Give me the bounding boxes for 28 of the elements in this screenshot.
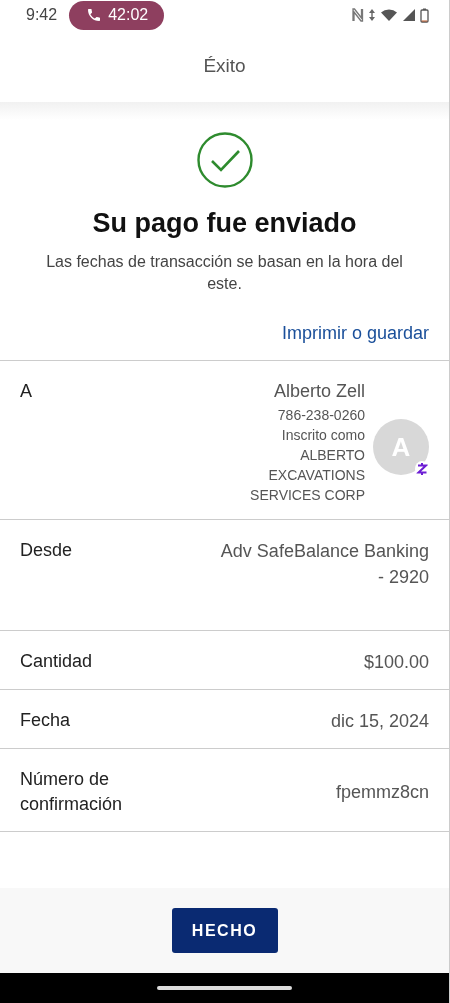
done-button[interactable]: HECHO: [171, 908, 278, 953]
success-heading: Su pago fue enviado: [92, 208, 357, 239]
detail-label: Desde: [20, 539, 73, 562]
zelle-z-icon: [415, 461, 429, 477]
detail-value: Adv SafeBalance Banking - 2920: [219, 540, 429, 589]
call-timer-pill[interactable]: 42:02: [69, 0, 165, 30]
clock-time: 9:42: [26, 6, 58, 24]
detail-label: Número de confirmación: [20, 768, 124, 816]
phone-icon: [86, 7, 103, 23]
home-handle[interactable]: [157, 986, 292, 990]
recipient-phone: 786-238-0260: [277, 406, 365, 425]
success-check-icon: [196, 132, 253, 188]
print-or-save-link[interactable]: Imprimir o guardar: [281, 323, 429, 344]
detail-value: $100.00: [363, 651, 429, 674]
recipient-name: Alberto Zell: [273, 380, 365, 403]
enrolled-name: Inscrito como ALBERTO EXCAVATIONS SERVICES CORP: [249, 426, 365, 505]
nfc-icon: [352, 8, 364, 22]
detail-label: Cantidad: [20, 650, 93, 673]
detail-value: fpemmz8cn: [335, 781, 429, 804]
signal-icon: [402, 8, 416, 22]
detail-label: Fecha: [20, 709, 71, 732]
battery-icon: [420, 7, 429, 23]
data-arrows-icon: [368, 8, 376, 22]
wifi-icon: [380, 8, 398, 22]
screen-title: Éxito: [203, 55, 246, 77]
detail-value: dic 15, 2024: [330, 710, 429, 733]
timezone-note: Las fechas de transacción se basan en la hora del este.: [45, 252, 404, 294]
detail-label: A: [20, 380, 32, 403]
